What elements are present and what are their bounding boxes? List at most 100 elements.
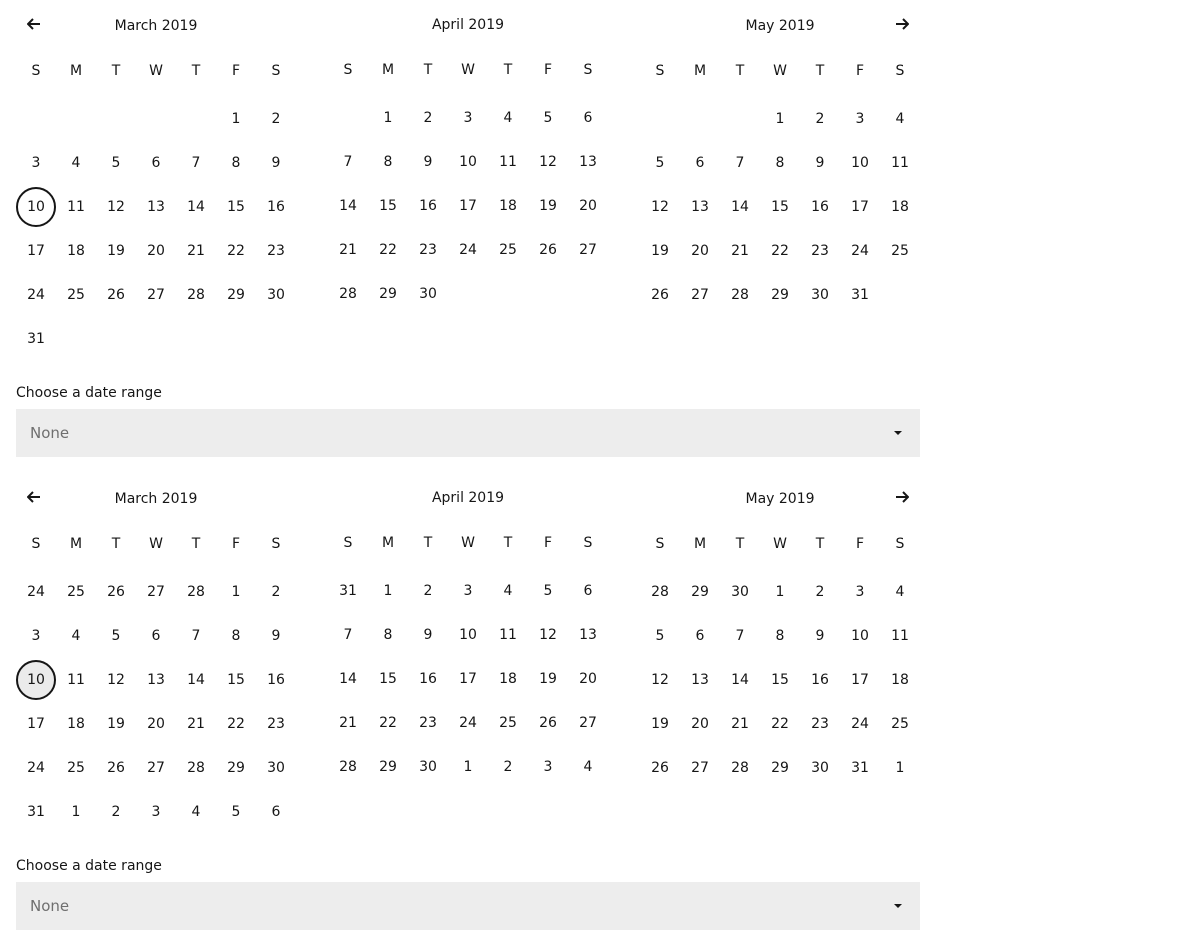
calendar-day[interactable]: 7: [720, 616, 760, 656]
calendar-day[interactable]: 5: [96, 143, 136, 183]
calendar-day[interactable]: 22: [216, 704, 256, 744]
calendar-day[interactable]: 26: [96, 748, 136, 788]
calendar-day[interactable]: 16: [256, 660, 296, 700]
calendar-day[interactable]: 16: [800, 187, 840, 227]
calendar-day[interactable]: 2: [256, 99, 296, 139]
calendar-day[interactable]: 7: [720, 143, 760, 183]
calendar-day[interactable]: 12: [528, 615, 568, 655]
date-range-select[interactable]: None: [16, 882, 920, 930]
date-range-select[interactable]: None: [16, 409, 920, 457]
calendar-day[interactable]: 5: [528, 98, 568, 138]
calendar-day[interactable]: 4: [56, 616, 96, 656]
calendar-day[interactable]: 29: [368, 747, 408, 787]
calendar-day[interactable]: 20: [136, 704, 176, 744]
calendar-day[interactable]: 3: [840, 99, 880, 139]
calendar-day[interactable]: 1: [216, 572, 256, 612]
calendar-day[interactable]: 3: [16, 143, 56, 183]
calendar-day[interactable]: 13: [136, 187, 176, 227]
calendar-day[interactable]: 13: [568, 615, 608, 655]
calendar-day[interactable]: 15: [216, 660, 256, 700]
calendar-day[interactable]: 28: [640, 572, 680, 612]
calendar-day[interactable]: 1: [56, 792, 96, 832]
prev-month-button[interactable]: [22, 12, 46, 36]
calendar-day[interactable]: 17: [448, 186, 488, 226]
calendar-day[interactable]: 18: [488, 659, 528, 699]
calendar-day[interactable]: 17: [840, 660, 880, 700]
calendar-day[interactable]: 3: [448, 98, 488, 138]
calendar-day[interactable]: 21: [720, 231, 760, 271]
calendar-day[interactable]: 10: [840, 143, 880, 183]
calendar-day[interactable]: 11: [56, 660, 96, 700]
calendar-day[interactable]: 26: [96, 275, 136, 315]
calendar-day[interactable]: 17: [16, 704, 56, 744]
calendar-day[interactable]: 27: [568, 703, 608, 743]
calendar-day[interactable]: 19: [528, 186, 568, 226]
calendar-day[interactable]: 25: [880, 231, 920, 271]
calendar-day[interactable]: 2: [96, 792, 136, 832]
calendar-day[interactable]: 20: [568, 659, 608, 699]
calendar-day[interactable]: 14: [176, 187, 216, 227]
calendar-day[interactable]: 28: [328, 274, 368, 314]
calendar-day[interactable]: 4: [488, 571, 528, 611]
calendar-day[interactable]: 4: [176, 792, 216, 832]
calendar-day[interactable]: 20: [136, 231, 176, 271]
calendar-day[interactable]: 14: [328, 659, 368, 699]
calendar-day[interactable]: 30: [800, 748, 840, 788]
calendar-day[interactable]: 21: [328, 703, 368, 743]
calendar-day[interactable]: 4: [880, 572, 920, 612]
calendar-day[interactable]: 7: [328, 615, 368, 655]
calendar-day[interactable]: 1: [760, 99, 800, 139]
calendar-day[interactable]: 7: [176, 616, 216, 656]
calendar-day[interactable]: 13: [568, 142, 608, 182]
calendar-day[interactable]: 19: [640, 704, 680, 744]
calendar-day[interactable]: 15: [760, 187, 800, 227]
calendar-day[interactable]: 24: [840, 704, 880, 744]
calendar-day[interactable]: 26: [528, 703, 568, 743]
calendar-day[interactable]: 21: [328, 230, 368, 270]
calendar-day[interactable]: 8: [760, 143, 800, 183]
calendar-day[interactable]: 23: [800, 231, 840, 271]
calendar-day[interactable]: 14: [720, 187, 760, 227]
calendar-day[interactable]: 3: [528, 747, 568, 787]
calendar-day[interactable]: 31: [328, 571, 368, 611]
calendar-day[interactable]: 28: [328, 747, 368, 787]
calendar-day[interactable]: 9: [800, 616, 840, 656]
calendar-day[interactable]: 1: [880, 748, 920, 788]
calendar-day[interactable]: 29: [760, 748, 800, 788]
calendar-day[interactable]: 5: [640, 143, 680, 183]
calendar-day[interactable]: 25: [488, 703, 528, 743]
calendar-day[interactable]: 25: [56, 748, 96, 788]
calendar-day[interactable]: 30: [256, 275, 296, 315]
calendar-day[interactable]: 30: [408, 747, 448, 787]
calendar-day[interactable]: 11: [56, 187, 96, 227]
calendar-day[interactable]: 8: [216, 616, 256, 656]
calendar-day[interactable]: 14: [328, 186, 368, 226]
calendar-day[interactable]: 8: [368, 615, 408, 655]
calendar-day[interactable]: 13: [680, 187, 720, 227]
calendar-day[interactable]: 6: [680, 143, 720, 183]
calendar-day[interactable]: 4: [488, 98, 528, 138]
calendar-day[interactable]: 10: [840, 616, 880, 656]
calendar-day[interactable]: 27: [568, 230, 608, 270]
calendar-day[interactable]: 4: [568, 747, 608, 787]
calendar-day[interactable]: 23: [408, 230, 448, 270]
calendar-day[interactable]: 16: [800, 660, 840, 700]
calendar-day[interactable]: 11: [880, 143, 920, 183]
calendar-day[interactable]: 20: [680, 704, 720, 744]
calendar-day[interactable]: 23: [256, 704, 296, 744]
calendar-day[interactable]: 22: [216, 231, 256, 271]
calendar-day[interactable]: 18: [880, 660, 920, 700]
calendar-day[interactable]: 11: [488, 142, 528, 182]
calendar-day[interactable]: 19: [528, 659, 568, 699]
calendar-day[interactable]: 12: [640, 187, 680, 227]
calendar-day[interactable]: 26: [96, 572, 136, 612]
calendar-day[interactable]: 9: [408, 615, 448, 655]
calendar-day[interactable]: 27: [136, 572, 176, 612]
calendar-day[interactable]: 12: [96, 187, 136, 227]
calendar-day[interactable]: 17: [840, 187, 880, 227]
calendar-day[interactable]: 28: [176, 572, 216, 612]
calendar-day[interactable]: 27: [680, 748, 720, 788]
calendar-day[interactable]: 18: [488, 186, 528, 226]
calendar-day[interactable]: 23: [256, 231, 296, 271]
calendar-day[interactable]: 21: [176, 231, 216, 271]
